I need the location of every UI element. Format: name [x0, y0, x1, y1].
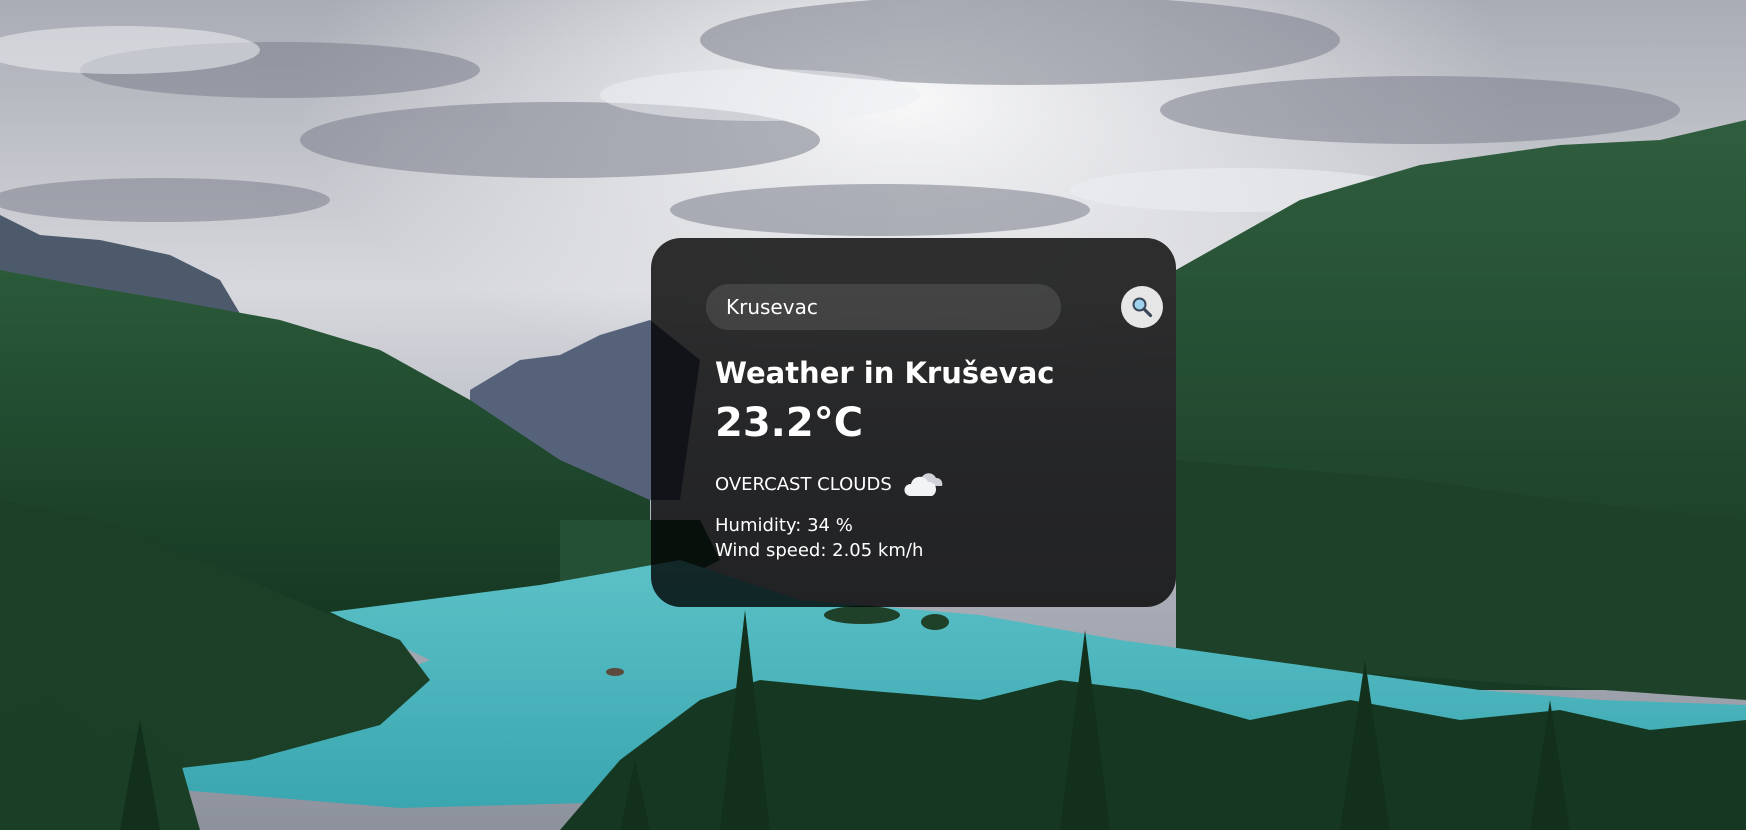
- temperature: 23.2°C: [715, 400, 864, 446]
- cloud-icon: [904, 473, 943, 496]
- wind-speed-text: Wind speed: 2.05 km/h: [715, 540, 924, 561]
- weather-card: Weather in Kruševac 23.2°C OVERCAST CLOU…: [651, 238, 1176, 607]
- weather-description-row: OVERCAST CLOUDS: [715, 468, 948, 500]
- search-input[interactable]: [706, 284, 1061, 330]
- city-title: Weather in Kruševac: [715, 356, 1055, 390]
- search-bar: [706, 284, 1163, 332]
- weather-description: OVERCAST CLOUDS: [715, 473, 892, 495]
- search-button[interactable]: [1121, 286, 1163, 328]
- search-icon: [1132, 297, 1153, 318]
- humidity-text: Humidity: 34 %: [715, 515, 853, 536]
